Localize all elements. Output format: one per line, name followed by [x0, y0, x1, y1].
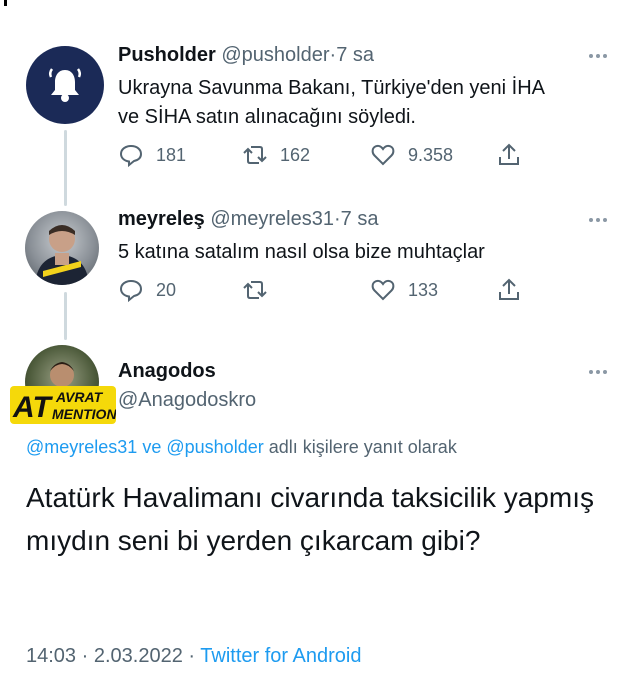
tweet-2-time[interactable]: 7 sa [341, 208, 379, 230]
tweet-2-like-count: 133 [408, 279, 439, 300]
tweet-1-text: Ukrayna Savunma Bakanı, Türkiye'den yeni… [118, 74, 545, 132]
top-edge-mark [4, 0, 7, 6]
thread-line-1 [64, 130, 67, 206]
tweet-1-actions: 181 162 9.358 [118, 142, 538, 170]
svg-text:MENTION: MENTION [52, 406, 116, 422]
tweet-2-display-name[interactable]: meyreleş [118, 208, 205, 230]
main-tweet-date[interactable]: 2.03.2022 [94, 645, 183, 667]
tweet-1-header: Pusholder @pusholder·7 sa [118, 44, 374, 67]
tweet-1-time[interactable]: 7 sa [336, 44, 374, 66]
retweet-icon [243, 281, 267, 299]
heart-icon [371, 279, 395, 301]
svg-text:AVRAT: AVRAT [55, 389, 104, 405]
tweet-1-handle[interactable]: @pusholder [221, 44, 329, 66]
tweet-1-retweet-count: 162 [280, 144, 311, 165]
watermark-logo: AT AVRAT MENTION [10, 386, 116, 424]
tweet-1-reply-button[interactable]: 181 [118, 142, 186, 168]
retweet-icon [243, 146, 267, 164]
tweet-2-handle[interactable]: @meyreles31 [210, 208, 334, 230]
tweet-2-dot: · [334, 208, 341, 230]
main-tweet-meta: 14:03 · 2.03.2022 · Twitter for Android [26, 645, 361, 668]
reply-icon [119, 144, 143, 168]
bell-icon [48, 68, 82, 102]
heart-icon [371, 144, 395, 166]
main-tweet-display-name[interactable]: Anagodos [118, 360, 216, 383]
tweet-1-like-count: 9.358 [408, 144, 454, 165]
share-icon [499, 278, 519, 300]
tweet-1-display-name[interactable]: Pusholder [118, 44, 216, 66]
tweet-2-reply-count: 20 [156, 279, 177, 300]
tweet-2-more-icon[interactable] [589, 218, 607, 222]
pusholder-avatar[interactable] [26, 46, 104, 124]
tweet-1-text-line-2: ve SİHA satın alınacağını söyledi. [118, 106, 416, 128]
reply-to-pusholder-link[interactable]: @pusholder [166, 437, 263, 457]
tweet-2-share-button[interactable] [496, 277, 522, 303]
main-tweet-handle[interactable]: @Anagodoskro [118, 389, 256, 412]
tweet-1-retweet-button[interactable]: 162 [242, 142, 310, 168]
tweet-source-link[interactable]: Twitter for Android [200, 645, 361, 667]
svg-text:AT: AT [12, 391, 53, 424]
tweet-2-text: 5 katına satalım nasıl olsa bize muhtaçl… [118, 241, 485, 263]
main-tweet-time[interactable]: 14:03 [26, 645, 76, 667]
meta-separator-1: · [81, 645, 89, 667]
reply-suffix: adlı kişilere yanıt olarak [268, 437, 457, 457]
main-tweet-more-icon[interactable] [589, 370, 607, 374]
profile-photo-icon [35, 225, 89, 285]
tweet-2-actions: 20 133 [118, 277, 538, 305]
tweet-2-like-button[interactable]: 133 [370, 277, 438, 303]
tweet-1-more-icon[interactable] [589, 54, 607, 58]
tweet-1-share-button[interactable] [496, 142, 522, 168]
tweet-2-header: meyreleş @meyreles31·7 sa [118, 208, 378, 231]
tweet-2-reply-button[interactable]: 20 [118, 277, 176, 303]
reply-to-meyreles-link[interactable]: @meyreles31 [26, 437, 137, 457]
reply-joiner: ve [142, 437, 162, 457]
share-icon [499, 143, 519, 165]
meta-separator-2: · [188, 645, 196, 667]
tweet-2-retweet-button[interactable] [242, 277, 268, 303]
tweet-1-text-line-1: Ukrayna Savunma Bakanı, Türkiye'den yeni… [118, 77, 545, 99]
thread-line-2 [64, 292, 67, 340]
main-tweet-text: Atatürk Havalimanı civarında taksicilik … [26, 482, 594, 556]
tweet-1-reply-count: 181 [156, 144, 187, 165]
reply-icon [119, 279, 143, 303]
replying-to-line: @meyreles31 ve @pusholder adlı kişilere … [26, 437, 457, 458]
meyreles-avatar[interactable] [25, 211, 99, 285]
tweet-1-like-button[interactable]: 9.358 [370, 142, 453, 168]
